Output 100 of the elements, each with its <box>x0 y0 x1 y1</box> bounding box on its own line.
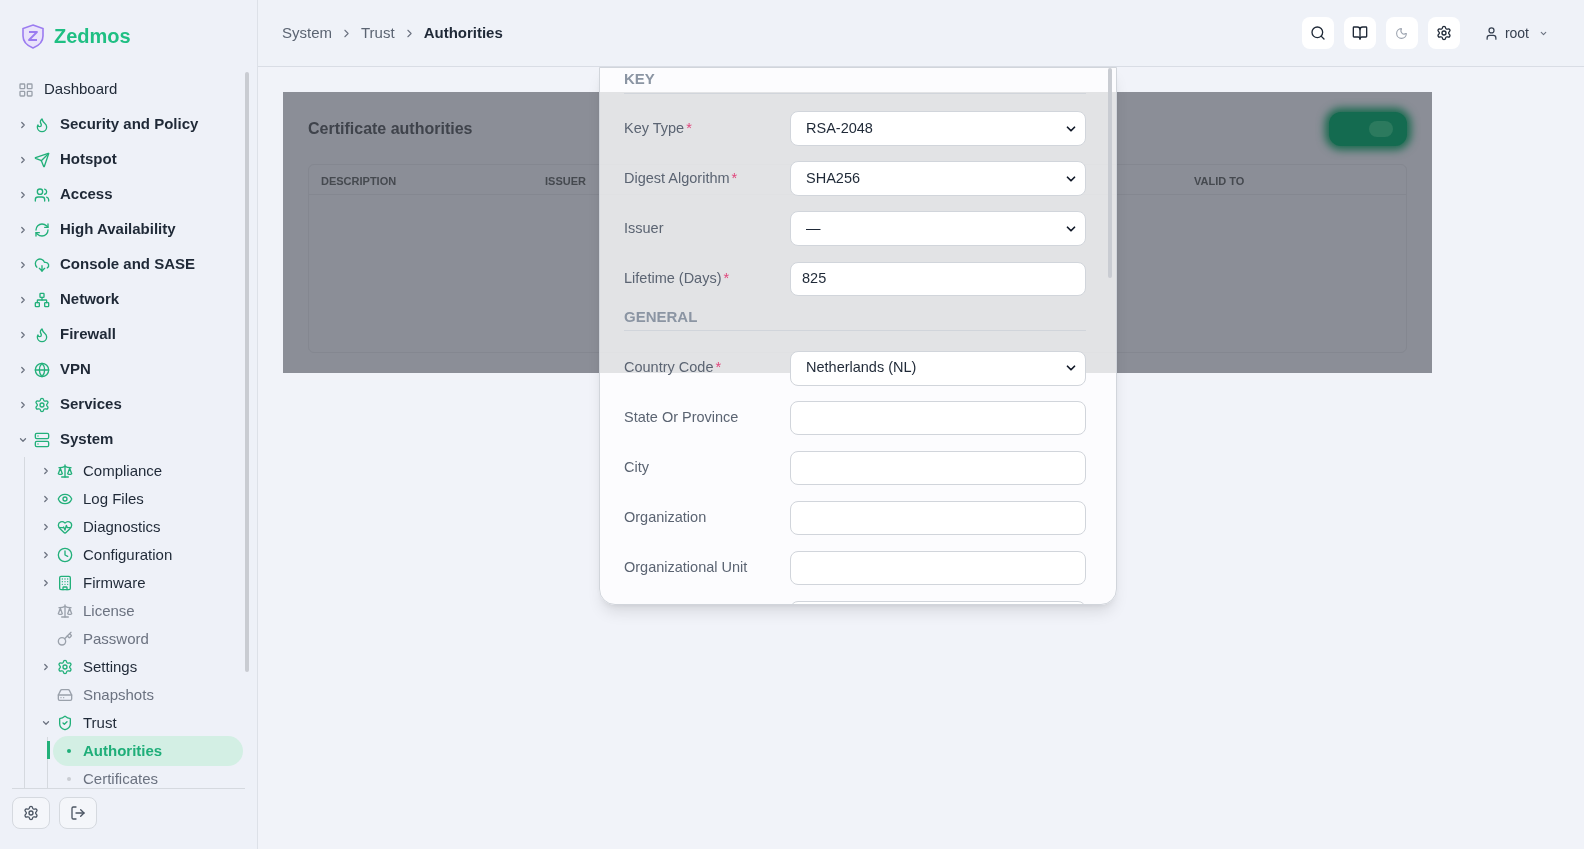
select-field[interactable]: Netherlands (NL) <box>790 350 1086 386</box>
sidebar-item[interactable]: Services <box>60 393 122 416</box>
caret-icon[interactable] <box>41 718 51 728</box>
field-label: Digest Algorithm <box>624 169 730 186</box>
field-label: Organizational Unit <box>624 559 748 576</box>
gear-icon <box>34 396 50 413</box>
required-mark: * <box>723 269 730 286</box>
select-field[interactable]: — <box>790 211 1086 246</box>
caret-icon[interactable] <box>18 364 28 375</box>
caret-icon[interactable] <box>18 189 28 200</box>
caret-icon[interactable] <box>18 329 28 340</box>
settings-button[interactable] <box>1427 17 1460 49</box>
moon-icon <box>1395 26 1409 40</box>
scrollbar[interactable] <box>245 72 249 672</box>
docs-button[interactable] <box>1343 17 1376 49</box>
field-label: State Or Province <box>624 409 739 426</box>
sidebar-item[interactable]: Dashboard <box>44 78 118 101</box>
bullet-icon <box>67 749 71 753</box>
sidebar-item[interactable]: Firmware <box>83 571 146 595</box>
sidebar-item[interactable]: VPN <box>60 358 91 381</box>
sidebar-item[interactable]: Compliance <box>83 459 163 483</box>
flame-icon <box>34 116 50 133</box>
sidebar-item[interactable]: Security and Policy <box>60 113 199 136</box>
input-field[interactable] <box>790 401 1086 435</box>
search-icon <box>1309 25 1326 41</box>
caret-icon[interactable] <box>41 662 51 672</box>
caret-icon[interactable] <box>18 259 28 270</box>
caret-icon[interactable] <box>41 522 51 532</box>
select-field[interactable]: SHA256 <box>790 161 1086 196</box>
breadcrumb-item[interactable]: System <box>282 21 332 45</box>
required-mark: * <box>715 359 722 376</box>
caret-icon[interactable] <box>41 466 51 476</box>
sidebar-item[interactable]: Diagnostics <box>83 515 161 539</box>
users-icon <box>34 186 50 203</box>
refresh-icon <box>34 221 50 238</box>
sidebar-item[interactable]: Access <box>60 183 113 206</box>
select-field[interactable]: RSA-2048 <box>790 111 1086 146</box>
user-icon <box>1483 25 1499 41</box>
sidebar-item[interactable]: High Availability <box>60 218 176 241</box>
breadcrumb-item: Authorities <box>423 22 503 43</box>
sidebar-item[interactable]: Password <box>83 627 149 651</box>
caret-icon[interactable] <box>18 294 28 305</box>
caret-icon[interactable] <box>18 224 28 235</box>
caret-icon[interactable] <box>41 550 51 560</box>
sidebar-item[interactable]: License <box>83 599 135 623</box>
column-header: DESCRIPTION <box>321 174 397 189</box>
field-label: Organization <box>624 509 707 526</box>
shield-check-icon <box>57 715 73 731</box>
globe-icon <box>34 361 50 378</box>
building-icon <box>57 575 73 591</box>
breadcrumb-item[interactable]: Trust <box>361 21 395 45</box>
eye-icon <box>57 491 73 507</box>
input-field[interactable] <box>790 551 1086 585</box>
server-icon <box>34 431 50 448</box>
sidebar-item[interactable]: Network <box>60 288 120 311</box>
key-icon <box>57 631 73 647</box>
caret-icon[interactable] <box>18 399 28 410</box>
sidebar-item[interactable]: Configuration <box>83 543 173 567</box>
logout-button[interactable] <box>59 797 97 829</box>
sidebar-item[interactable]: Settings <box>83 655 138 679</box>
column-header: VALID TO <box>1194 174 1245 189</box>
input-field[interactable] <box>790 451 1086 485</box>
heart-pulse-icon <box>57 519 73 535</box>
field-label: Lifetime (Days) <box>624 269 722 286</box>
gear-icon <box>57 659 73 675</box>
caret-icon[interactable] <box>41 578 51 588</box>
card-title: Certificate authorities <box>308 119 473 139</box>
clock-icon <box>57 547 73 563</box>
flame-icon <box>34 326 50 343</box>
input-field[interactable] <box>790 501 1086 535</box>
caret-icon[interactable] <box>18 154 28 165</box>
scale-icon <box>57 603 73 619</box>
shield-logo-icon <box>22 23 44 49</box>
settings-icon <box>23 805 39 821</box>
user-menu[interactable]: root <box>1483 22 1548 44</box>
sidebar-item[interactable]: Log Files <box>83 487 144 511</box>
sidebar-item[interactable]: Snapshots <box>83 683 154 707</box>
required-mark: * <box>686 119 692 136</box>
field-label: City <box>624 459 649 476</box>
input-field[interactable]: 825 <box>790 261 1086 296</box>
required-mark: * <box>731 169 738 186</box>
brand-name: Zedmos <box>54 24 131 49</box>
sidebar-item[interactable]: Firewall <box>60 323 116 346</box>
field-label: Country Code <box>624 359 714 376</box>
settings-button[interactable] <box>12 797 50 829</box>
section-heading: KEY <box>624 68 1086 94</box>
send-icon <box>34 151 50 168</box>
grid-icon <box>18 81 34 98</box>
sidebar-item[interactable]: Certificates <box>53 764 243 788</box>
scale-icon <box>57 463 73 479</box>
caret-icon[interactable] <box>41 494 51 504</box>
sidebar-item[interactable]: System <box>60 428 114 451</box>
drive-icon <box>57 687 73 703</box>
caret-icon[interactable] <box>18 119 28 130</box>
sidebar-item[interactable]: Console and SASE <box>60 253 196 276</box>
search-button[interactable] <box>1301 17 1334 49</box>
logout-icon <box>70 805 86 821</box>
field-label: Issuer <box>624 219 664 236</box>
sidebar-item[interactable]: Hotspot <box>60 148 117 171</box>
sidebar-item[interactable]: Trust <box>83 711 117 735</box>
